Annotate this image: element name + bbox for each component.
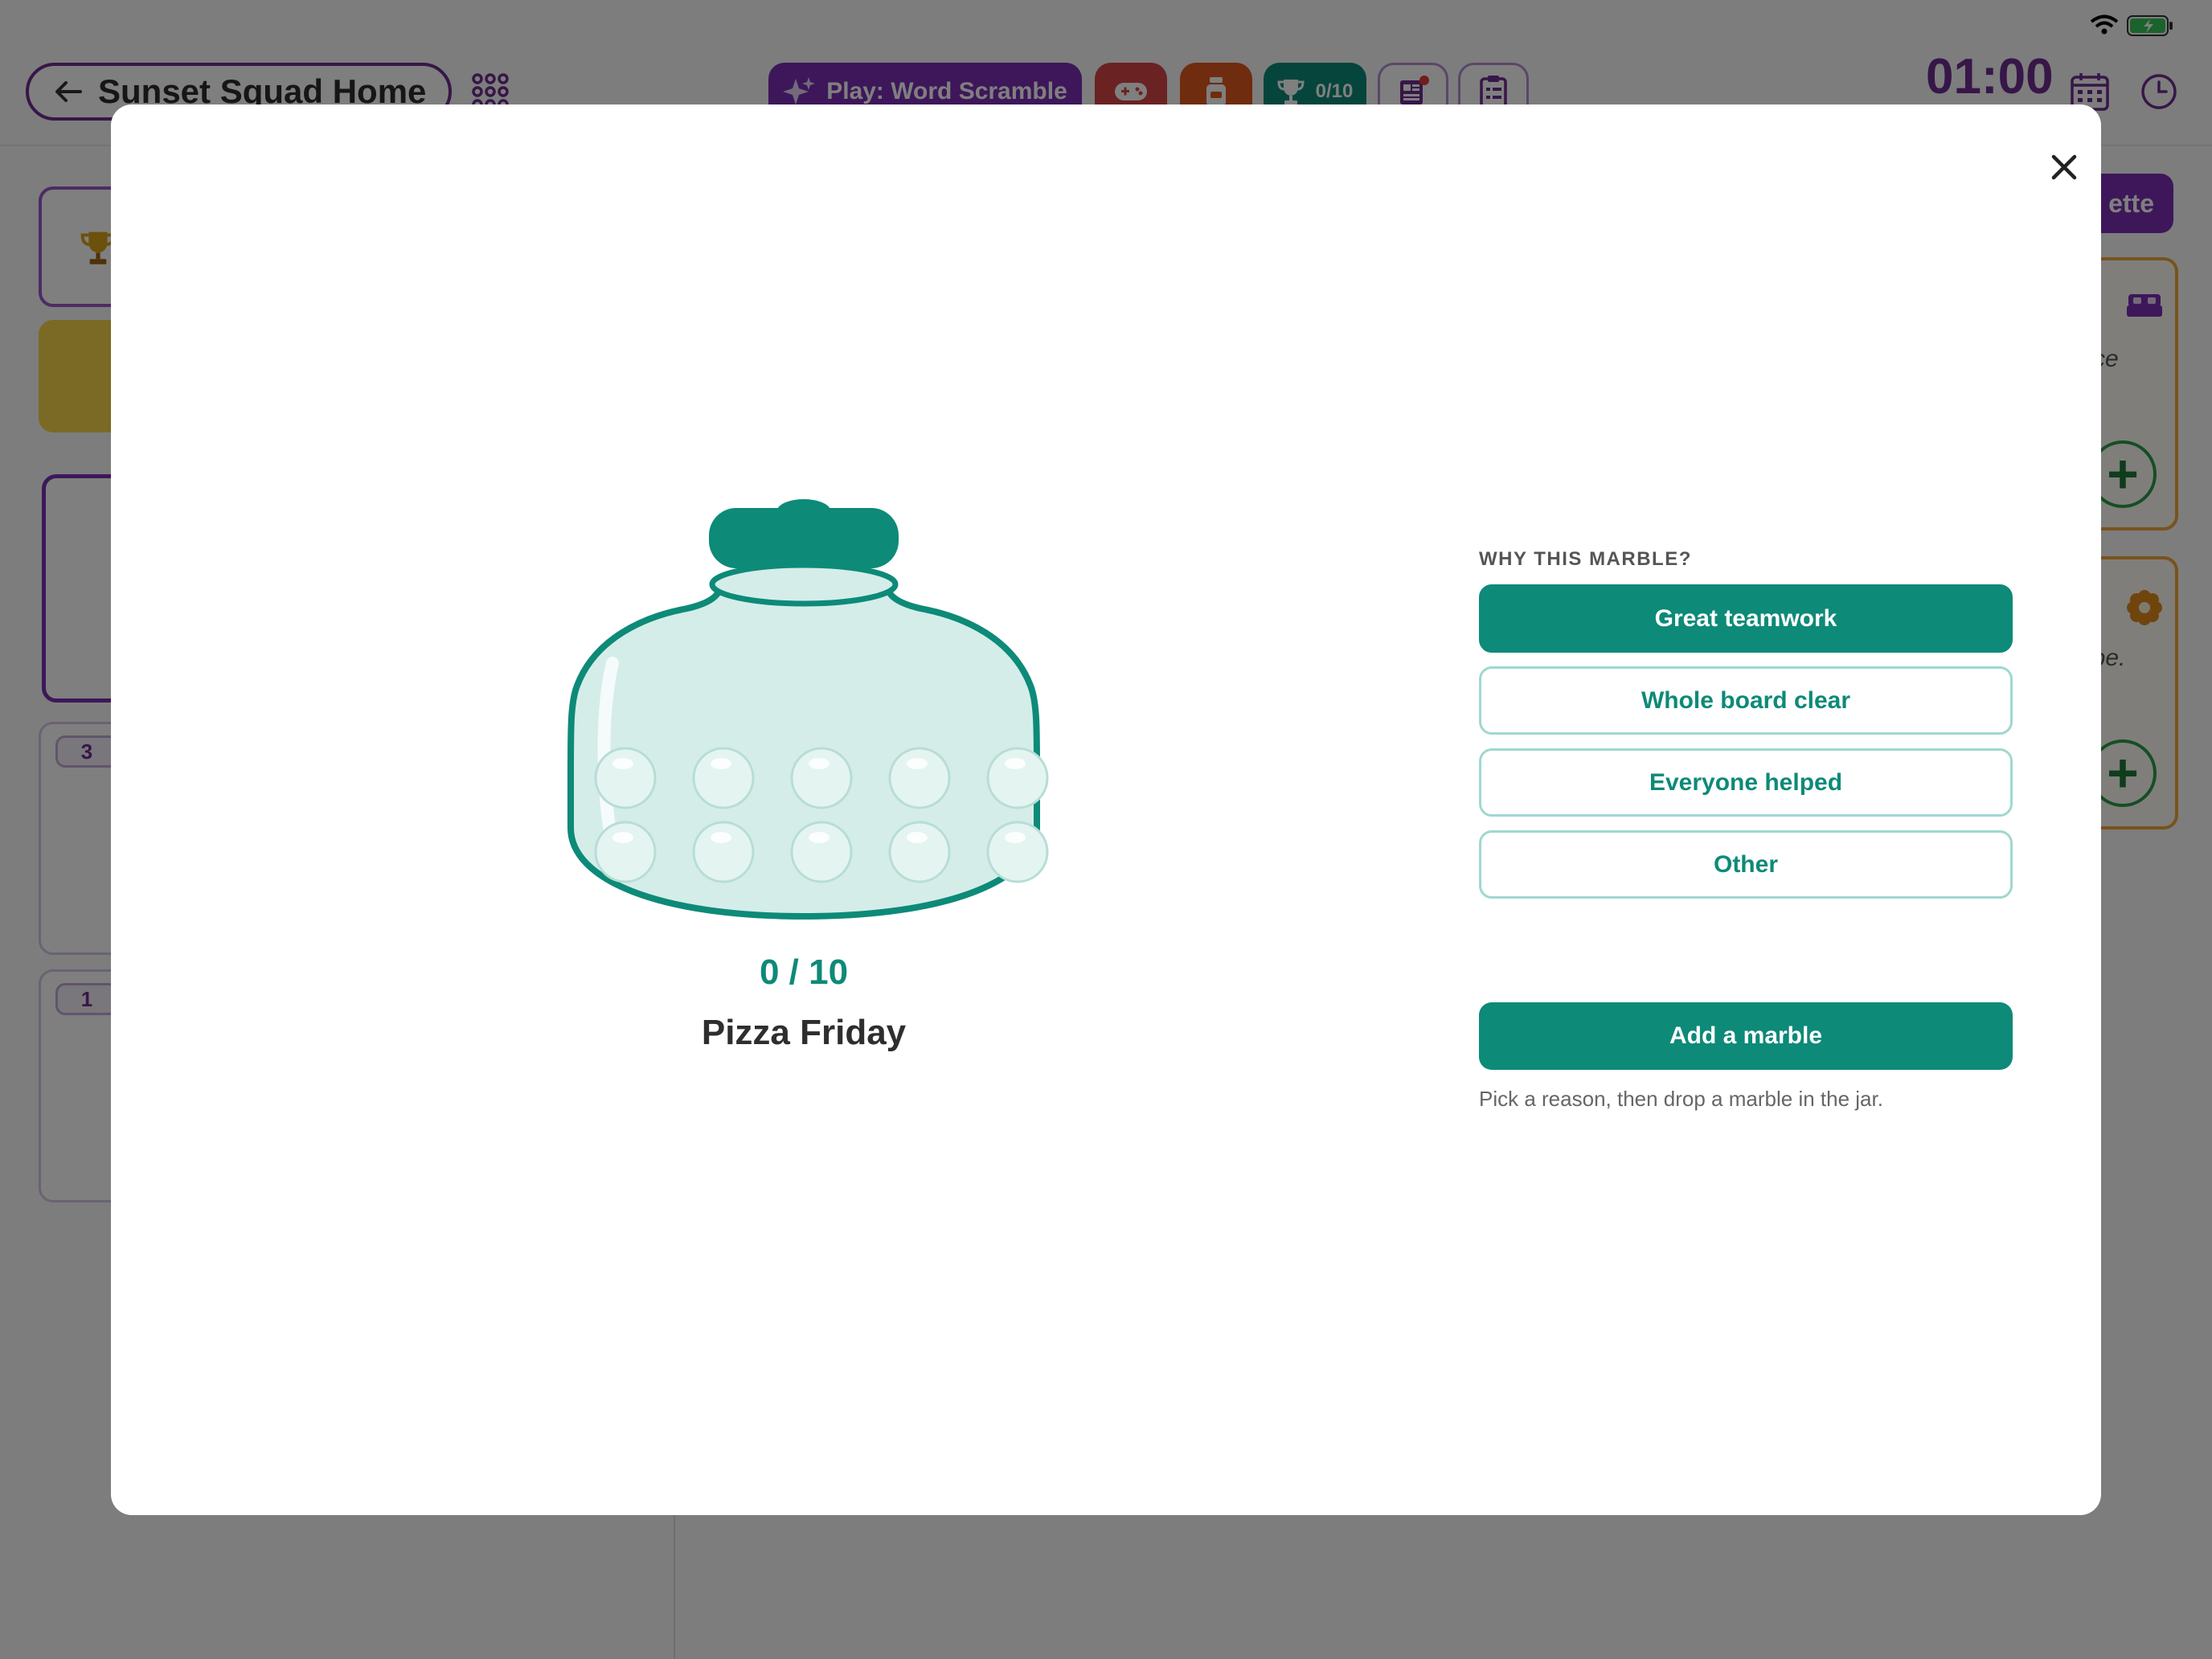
jar-rim (709, 562, 899, 607)
empty-marble-slot (986, 821, 1049, 883)
marble-shine (907, 758, 928, 769)
empty-marble-slot (790, 821, 853, 883)
empty-marble-slot (790, 747, 853, 809)
reason-option-whole-board-clear[interactable]: Whole board clear (1479, 666, 2013, 735)
empty-marble-slot (692, 747, 755, 809)
marble-jar-dialog: 0 / 10 Pizza Friday WHY THIS MARBLE? Gre… (111, 104, 2101, 1515)
marble-shine (809, 758, 830, 769)
empty-marble-slot (692, 821, 755, 883)
marble-shine (711, 758, 731, 769)
instruction-text: Pick a reason, then drop a marble in the… (1479, 1087, 1883, 1111)
empty-marble-slot (594, 821, 657, 883)
empty-marble-slot (986, 747, 1049, 809)
empty-marble-slot (888, 821, 951, 883)
empty-marble-slot (594, 747, 657, 809)
reason-option-everyone-helped[interactable]: Everyone helped (1479, 748, 2013, 817)
add-marble-button[interactable]: Add a marble (1479, 1002, 2013, 1070)
jar-count: 0 / 10 (759, 952, 849, 992)
reason-heading: WHY THIS MARBLE? (1479, 548, 1692, 570)
jar-lid (709, 508, 899, 568)
marble-shine (1005, 832, 1026, 843)
close-icon (2051, 154, 2077, 180)
marble-shine (1005, 758, 1026, 769)
marble-jar-illustration (567, 499, 1049, 920)
marble-shine (612, 758, 633, 769)
reason-option-great-teamwork[interactable]: Great teamwork (1479, 584, 2013, 653)
marble-shine (809, 832, 830, 843)
marble-shine (711, 832, 731, 843)
reward-title: Pizza Friday (701, 1013, 907, 1052)
empty-marble-slot (888, 747, 951, 809)
close-button[interactable] (2032, 135, 2096, 199)
marble-shine (907, 832, 928, 843)
marble-shine (612, 832, 633, 843)
reason-option-other[interactable]: Other (1479, 830, 2013, 899)
